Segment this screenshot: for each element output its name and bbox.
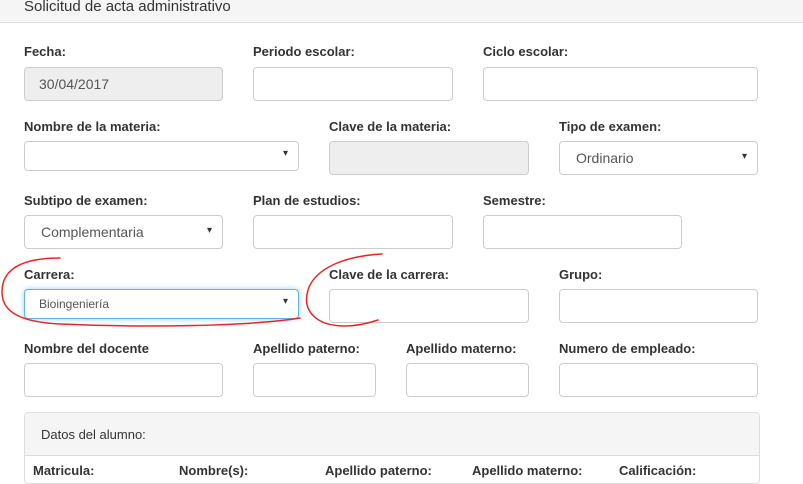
semestre-input[interactable]: [483, 215, 682, 249]
clave-materia-label: Clave de la materia:: [329, 119, 452, 134]
panel-heading: Solicitud de acta administrativo: [0, 0, 803, 23]
tipo-examen-label: Tipo de examen:: [559, 119, 662, 134]
apellido-paterno-input[interactable]: [253, 363, 376, 397]
page-title: Solicitud de acta administrativo: [24, 0, 231, 15]
column-header-calificacion: Calificación:: [619, 463, 697, 478]
apellido-materno-input[interactable]: [406, 363, 529, 397]
docente-label: Nombre del docente: [24, 341, 149, 356]
column-header-nombre: Nombre(s):: [179, 463, 249, 478]
column-header-apellido-paterno: Apellido paterno:: [325, 463, 432, 478]
subtipo-examen-value: Complementaria: [41, 224, 144, 240]
clave-carrera-input[interactable]: [329, 289, 529, 323]
plan-estudios-input[interactable]: [253, 215, 453, 249]
fecha-field[interactable]: 30/04/2017: [24, 67, 223, 101]
materno-label: Apellido materno:: [406, 341, 517, 356]
column-header-apellido-materno: Apellido materno:: [472, 463, 583, 478]
chevron-down-icon: ▾: [282, 296, 288, 307]
grupo-input[interactable]: [559, 289, 758, 323]
chevron-down-icon: ▾: [282, 148, 288, 159]
semestre-label: Semestre:: [483, 193, 546, 208]
ciclo-escolar-input[interactable]: [483, 67, 758, 101]
numero-empleado-input[interactable]: [559, 363, 758, 397]
carrera-value: Bioingeniería: [39, 297, 110, 311]
subtipo-examen-select[interactable]: Complementaria ▾: [24, 215, 223, 249]
chevron-down-icon: ▾: [206, 225, 212, 236]
ciclo-label: Ciclo escolar:: [483, 44, 569, 59]
periodo-escolar-input[interactable]: [253, 67, 453, 101]
column-header-matricula: Matricula:: [33, 463, 95, 478]
grupo-label: Grupo:: [559, 267, 603, 282]
alumno-panel: Datos del alumno: Matricula: Nombre(s): …: [24, 412, 760, 484]
chevron-down-icon: ▾: [741, 151, 747, 162]
carrera-label: Carrera:: [24, 267, 75, 282]
paterno-label: Apellido paterno:: [253, 341, 360, 356]
tipo-examen-select[interactable]: Ordinario ▾: [559, 141, 758, 175]
periodo-label: Periodo escolar:: [253, 44, 355, 59]
empleado-label: Numero de empleado:: [559, 341, 696, 356]
materia-select[interactable]: ▾: [24, 141, 299, 171]
clave-carrera-label: Clave de la carrera:: [329, 267, 449, 282]
fecha-label: Fecha:: [24, 44, 66, 59]
docente-input[interactable]: [24, 363, 223, 397]
carrera-select[interactable]: Bioingeniería ▾: [24, 289, 299, 319]
subtipo-examen-label: Subtipo de examen:: [24, 193, 148, 208]
tipo-examen-value: Ordinario: [576, 150, 634, 166]
clave-materia-field[interactable]: [329, 141, 529, 175]
plan-label: Plan de estudios:: [253, 193, 361, 208]
materia-label: Nombre de la materia:: [24, 119, 161, 134]
alumno-panel-heading: Datos del alumno:: [25, 413, 759, 456]
alumno-panel-title: Datos del alumno:: [41, 427, 146, 442]
fecha-value: 30/04/2017: [39, 76, 110, 92]
